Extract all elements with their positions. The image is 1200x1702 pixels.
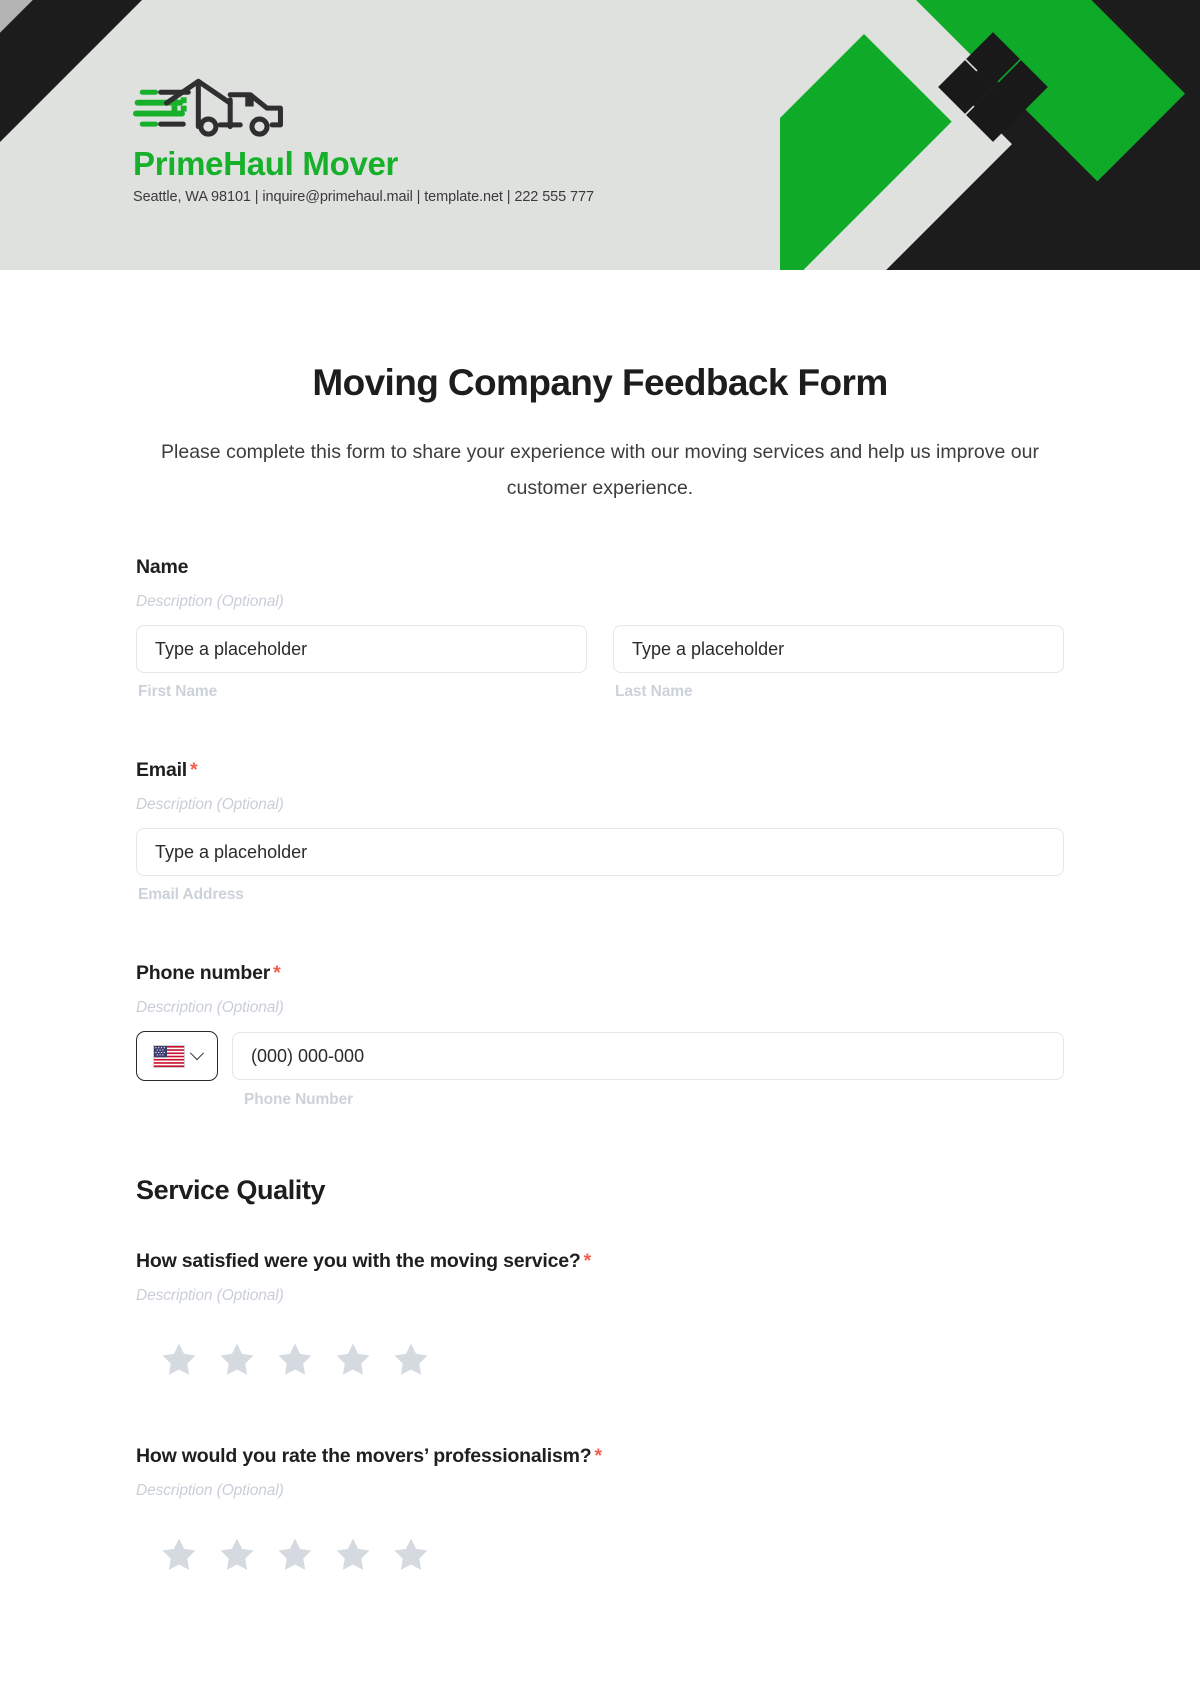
star-icon-5[interactable]: [390, 1339, 432, 1381]
field-email-description: Description (Optional): [136, 796, 284, 814]
email-input[interactable]: [136, 828, 1064, 877]
question-satisfaction: How satisfied were you with the moving s…: [136, 1250, 1064, 1381]
section-heading-service-quality: Service Quality: [136, 1175, 326, 1206]
brand-name: PrimeHaul Mover: [133, 145, 399, 182]
email-column: Email Address: [136, 828, 1064, 904]
form-fields: Name Description (Optional) First Name L…: [136, 506, 1064, 1576]
brand-contact-line: Seattle, WA 98101 | inquire@primehaul.ma…: [133, 189, 594, 206]
page-title: Moving Company Feedback Form: [312, 362, 888, 403]
required-asterisk: *: [583, 1250, 592, 1273]
question-professionalism-label-text: How would you rate the movers’ professio…: [136, 1445, 592, 1468]
star-icon-4[interactable]: [332, 1534, 374, 1576]
banner-geometric-decoration: [780, 0, 1200, 270]
question-professionalism-label: How would you rate the movers’ professio…: [136, 1445, 1064, 1468]
phone-input-row: [136, 1031, 1064, 1082]
field-phone-label: Phone number *: [136, 962, 1064, 985]
phone-number-input[interactable]: [232, 1032, 1064, 1081]
name-input-row: First Name Last Name: [136, 625, 1064, 701]
question-professionalism-description: Description (Optional): [136, 1482, 284, 1500]
field-phone-description: Description (Optional): [136, 999, 284, 1017]
field-name-description: Description (Optional): [136, 593, 284, 611]
us-flag-icon: [152, 1044, 185, 1068]
star-icon-2[interactable]: [216, 1339, 258, 1381]
star-rating-satisfaction[interactable]: [158, 1339, 1064, 1381]
star-icon-1[interactable]: [158, 1339, 200, 1381]
field-name: Name Description (Optional) First Name L…: [136, 556, 1064, 701]
field-email-label: Email *: [136, 759, 1064, 782]
star-icon-3[interactable]: [274, 1339, 316, 1381]
email-input-row: Email Address: [136, 828, 1064, 904]
first-name-input[interactable]: [136, 625, 587, 674]
phone-sublabel: Phone Number: [244, 1091, 354, 1109]
first-name-column: First Name: [136, 625, 587, 701]
field-phone: Phone number * Description (Optional) (0…: [136, 962, 1064, 1109]
question-satisfaction-description: Description (Optional): [136, 1287, 284, 1305]
corner-dark-triangle: [0, 0, 146, 146]
required-asterisk: *: [594, 1445, 602, 1468]
field-email: Email* Description (Optional) Email Addr…: [136, 759, 1064, 904]
first-name-sublabel: First Name: [138, 683, 218, 701]
email-sublabel: Email Address: [138, 886, 244, 904]
moving-truck-icon: [133, 78, 283, 137]
form-sheet: Moving Company Feedback Form Please comp…: [0, 270, 1200, 1577]
star-icon-1[interactable]: [158, 1534, 200, 1576]
star-icon-4[interactable]: [332, 1339, 374, 1381]
form-subtitle: Please complete this form to share your …: [161, 441, 1039, 500]
field-name-label: Name: [136, 556, 189, 579]
question-satisfaction-label-text: How satisfied were you with the moving s…: [136, 1250, 581, 1273]
star-icon-2[interactable]: [216, 1534, 258, 1576]
star-icon-3[interactable]: [274, 1534, 316, 1576]
field-phone-label-text: Phone number: [136, 962, 271, 985]
question-professionalism: How would you rate the movers’ professio…: [136, 1445, 1064, 1576]
star-icon-5[interactable]: [390, 1534, 432, 1576]
required-asterisk: *: [273, 962, 281, 985]
required-asterisk: *: [190, 759, 198, 782]
last-name-column: Last Name: [613, 625, 1064, 701]
phone-number-column: [232, 1032, 1064, 1081]
brand-block: PrimeHaul Mover Seattle, WA 98101 | inqu…: [133, 78, 753, 205]
chevron-down-icon: [189, 1046, 204, 1061]
star-rating-professionalism[interactable]: [158, 1534, 1064, 1576]
country-code-select[interactable]: [136, 1031, 218, 1082]
last-name-sublabel: Last Name: [615, 683, 693, 701]
question-satisfaction-label: How satisfied were you with the moving s…: [136, 1250, 1064, 1273]
page-header-banner: PrimeHaul Mover Seattle, WA 98101 | inqu…: [0, 0, 1200, 270]
field-email-label-text: Email: [136, 759, 188, 782]
last-name-input[interactable]: [613, 625, 1064, 674]
